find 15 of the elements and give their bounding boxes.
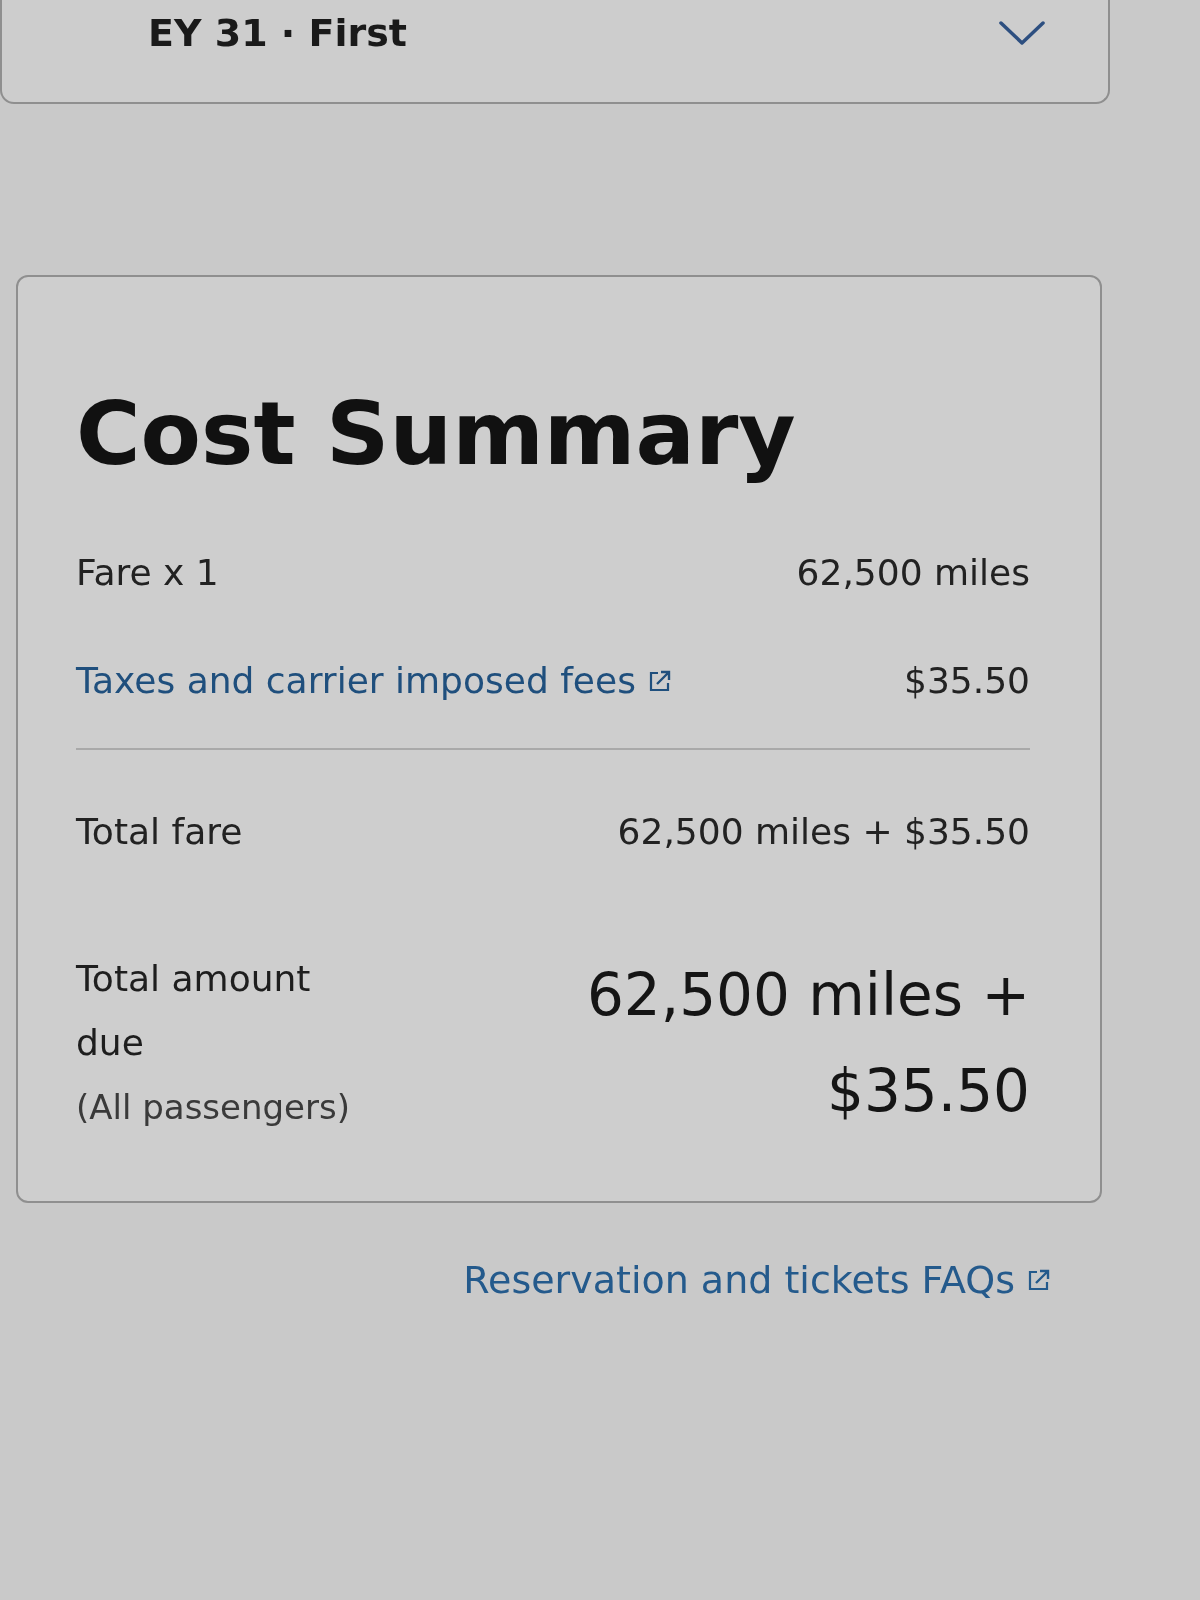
row-amount: 62,500 miles [796, 551, 1030, 595]
faq-link[interactable]: Reservation and tickets FAQs [463, 1257, 1051, 1303]
total-amount: 62,500 miles + $35.50 [585, 960, 1030, 1127]
passengers-note: (All passengers) [76, 1086, 350, 1129]
external-link-icon [1027, 1268, 1051, 1292]
external-link-icon [647, 669, 672, 693]
fees-link[interactable]: Taxes and carrier imposed fees [76, 659, 672, 703]
flight-title: EY 31 · First [148, 10, 407, 56]
row-amount: 62,500 miles + $35.50 [617, 810, 1030, 854]
section-heading: Cost Summary [76, 381, 797, 487]
flight-accordion[interactable]: EY 31 · First [0, 0, 1110, 104]
row-amount: $35.50 [904, 659, 1030, 703]
total-label: Total amount due [76, 957, 312, 1065]
row-label: Total fare [76, 810, 243, 854]
row-label: Fare x 1 [76, 551, 219, 595]
